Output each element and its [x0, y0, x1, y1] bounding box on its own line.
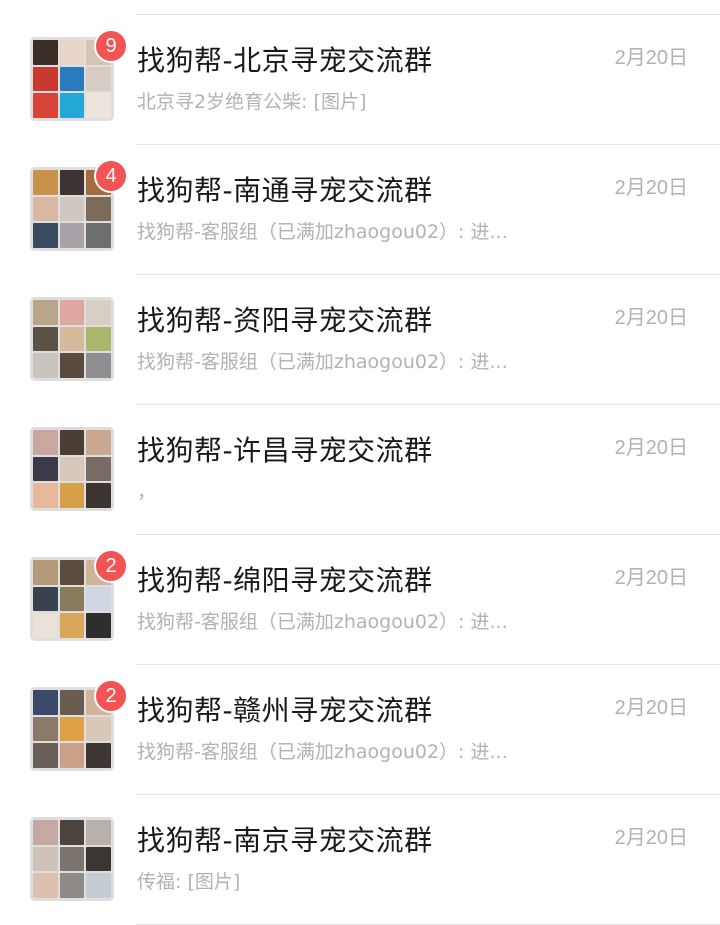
last-message-preview: 北京寻2岁绝育公柴: [图片]	[137, 91, 367, 113]
last-message-preview: ，	[137, 481, 157, 503]
message-date: 2月20日	[614, 437, 688, 459]
unread-badge: 9	[94, 29, 128, 63]
avatar-thumbnail	[59, 873, 85, 898]
message-date: 2月20日	[614, 307, 688, 329]
avatar-thumbnail	[86, 223, 111, 248]
chat-title: 找狗帮-许昌寻宠交流群	[137, 434, 433, 467]
avatar-thumbnail	[86, 353, 111, 378]
message-date: 2月20日	[614, 697, 688, 719]
unread-badge: 2	[94, 679, 128, 713]
avatar-thumbnail	[86, 66, 111, 92]
chat-list-item[interactable]: 找狗帮-南京寻宠交流群传福: [图片] 2月20日	[0, 795, 720, 925]
avatar-thumbnail	[86, 93, 111, 118]
avatar-thumbnail	[86, 300, 111, 325]
avatar-thumbnail	[33, 613, 58, 638]
avatar-thumbnail	[59, 846, 85, 872]
avatar-thumbnail	[59, 170, 85, 195]
avatar-thumbnail	[59, 743, 85, 768]
avatar-thumbnail	[86, 456, 111, 482]
avatar-thumbnail	[86, 430, 111, 455]
avatar-thumbnail	[33, 586, 58, 612]
avatar-thumbnail	[33, 326, 58, 352]
unread-badge: 2	[94, 549, 128, 583]
avatar-thumbnail	[59, 300, 85, 325]
avatar-thumbnail	[86, 716, 111, 742]
avatar-thumbnail	[33, 196, 58, 222]
avatar-thumbnail	[33, 690, 58, 715]
avatar-thumbnail	[59, 690, 85, 715]
chat-list-item[interactable]: 2 找狗帮-赣州寻宠交流群找狗帮-客服组（已满加zhaogou02）: 进... 2…	[0, 665, 720, 795]
avatar-thumbnail	[33, 93, 58, 118]
avatar-thumbnail	[33, 300, 58, 325]
group-avatar[interactable]	[30, 297, 114, 381]
avatar-thumbnail	[59, 586, 85, 612]
avatar-thumbnail	[33, 430, 58, 455]
avatar-thumbnail	[59, 716, 85, 742]
avatar-thumbnail	[59, 66, 85, 92]
chat-title: 找狗帮-赣州寻宠交流群	[137, 694, 433, 727]
avatar-thumbnail	[86, 846, 111, 872]
avatar-thumbnail	[59, 196, 85, 222]
avatar-thumbnail	[33, 456, 58, 482]
avatar-thumbnail	[33, 820, 58, 845]
avatar-thumbnail	[59, 560, 85, 585]
avatar-thumbnail	[86, 196, 111, 222]
chat-list-item[interactable]: 2 找狗帮-绵阳寻宠交流群找狗帮-客服组（已满加zhaogou02）: 进... 2…	[0, 535, 720, 665]
unread-badge: 4	[94, 159, 128, 193]
avatar-thumbnail	[59, 353, 85, 378]
message-date: 2月20日	[614, 47, 688, 69]
avatar-thumbnail	[86, 586, 111, 612]
avatar-thumbnail	[33, 483, 58, 508]
avatar-thumbnail	[86, 483, 111, 508]
chat-list-item[interactable]: 4 找狗帮-南通寻宠交流群找狗帮-客服组（已满加zhaogou02）: 进... 2…	[0, 145, 720, 275]
chat-title: 找狗帮-南通寻宠交流群	[137, 174, 433, 207]
avatar-thumbnail	[59, 456, 85, 482]
avatar-thumbnail	[59, 613, 85, 638]
avatar-thumbnail	[33, 223, 58, 248]
chat-list-item[interactable]: 9 找狗帮-北京寻宠交流群北京寻2岁绝育公柴: [图片] 2月20日	[0, 15, 720, 145]
chat-title: 找狗帮-北京寻宠交流群	[137, 44, 433, 77]
avatar-thumbnail	[59, 483, 85, 508]
chat-title: 找狗帮-南京寻宠交流群	[137, 824, 433, 857]
message-date: 2月20日	[614, 177, 688, 199]
chat-list: 9 找狗帮-北京寻宠交流群北京寻2岁绝育公柴: [图片] 2月20日 4 找狗帮-南通寻…	[0, 15, 720, 925]
group-avatar[interactable]	[30, 427, 114, 511]
avatar-thumbnail	[33, 40, 58, 65]
avatar-thumbnail	[33, 846, 58, 872]
avatar-thumbnail	[86, 326, 111, 352]
last-message-preview: 找狗帮-客服组（已满加zhaogou02）: 进...	[137, 741, 508, 763]
chat-title: 找狗帮-绵阳寻宠交流群	[137, 564, 433, 597]
chat-list-item[interactable]: 找狗帮-许昌寻宠交流群 ， 2月20日	[0, 405, 720, 535]
avatar-thumbnail	[86, 820, 111, 845]
last-message-preview: 找狗帮-客服组（已满加zhaogou02）: 进...	[137, 221, 508, 243]
last-message-preview: 传福: [图片]	[137, 871, 241, 893]
avatar-thumbnail	[33, 743, 58, 768]
message-date: 2月20日	[614, 567, 688, 589]
avatar-thumbnail	[86, 743, 111, 768]
avatar-thumbnail	[59, 40, 85, 65]
last-message-preview: 找狗帮-客服组（已满加zhaogou02）: 进...	[137, 611, 508, 633]
avatar-thumbnail	[59, 223, 85, 248]
avatar-thumbnail	[33, 560, 58, 585]
avatar-thumbnail	[33, 66, 58, 92]
avatar-thumbnail	[33, 716, 58, 742]
avatar-thumbnail	[33, 170, 58, 195]
avatar-thumbnail	[86, 613, 111, 638]
last-message-preview: 找狗帮-客服组（已满加zhaogou02）: 进...	[137, 351, 508, 373]
chat-title: 找狗帮-资阳寻宠交流群	[137, 304, 433, 337]
avatar-thumbnail	[59, 430, 85, 455]
avatar-thumbnail	[59, 93, 85, 118]
message-date: 2月20日	[614, 827, 688, 849]
group-avatar[interactable]	[30, 817, 114, 901]
avatar-thumbnail	[59, 326, 85, 352]
avatar-thumbnail	[33, 873, 58, 898]
avatar-thumbnail	[86, 873, 111, 898]
avatar-thumbnail	[33, 353, 58, 378]
chat-list-item[interactable]: 找狗帮-资阳寻宠交流群找狗帮-客服组（已满加zhaogou02）: 进... 2月…	[0, 275, 720, 405]
avatar-thumbnail	[59, 820, 85, 845]
